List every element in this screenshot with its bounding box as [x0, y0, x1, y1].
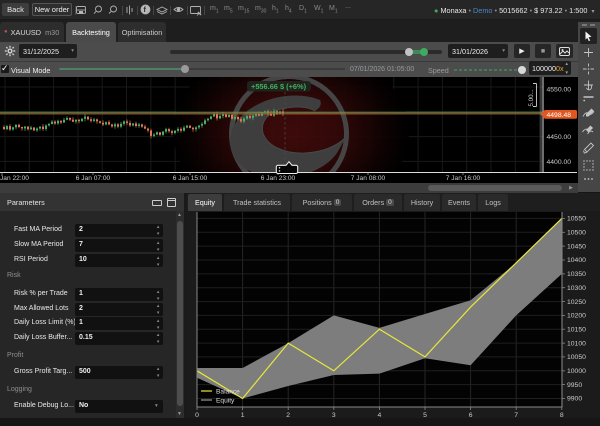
svg-text:5.00...: 5.00... [528, 89, 535, 106]
svg-text:6 Jan 23:00: 6 Jan 23:00 [261, 175, 296, 182]
svg-text:7 Jan 16:00: 7 Jan 16:00 [446, 175, 481, 182]
svg-text:Jan 22:00: Jan 22:00 [0, 175, 29, 182]
svg-text:Balance: Balance [216, 389, 240, 396]
svg-text:4550.00: 4550.00 [547, 86, 572, 93]
svg-text:10150: 10150 [567, 326, 586, 333]
svg-text:7 Jan 08:00: 7 Jan 08:00 [351, 175, 386, 182]
svg-text:9900: 9900 [567, 396, 582, 403]
svg-text:10450: 10450 [567, 243, 586, 250]
svg-text:10400: 10400 [567, 257, 586, 264]
svg-text:10250: 10250 [567, 299, 586, 306]
svg-text:10200: 10200 [567, 313, 586, 320]
svg-text:10500: 10500 [567, 230, 586, 237]
svg-text:10550: 10550 [567, 216, 586, 223]
svg-text:10100: 10100 [567, 340, 586, 347]
svg-text:Equity: Equity [216, 398, 235, 405]
svg-text:6 Jan 07:00: 6 Jan 07:00 [76, 175, 111, 182]
svg-text:6 Jan 15:00: 6 Jan 15:00 [173, 175, 208, 182]
svg-text:10000: 10000 [567, 368, 586, 375]
svg-text:4450.00: 4450.00 [547, 134, 572, 141]
svg-text:4400.00: 4400.00 [547, 159, 572, 166]
svg-text:9950: 9950 [567, 382, 582, 389]
svg-text:4498.48: 4498.48 [547, 112, 572, 119]
svg-text:+556.66 $ (+6%): +556.66 $ (+6%) [251, 82, 307, 91]
svg-text:10050: 10050 [567, 354, 586, 361]
svg-text:10350: 10350 [567, 271, 586, 278]
svg-text:10300: 10300 [567, 285, 586, 292]
